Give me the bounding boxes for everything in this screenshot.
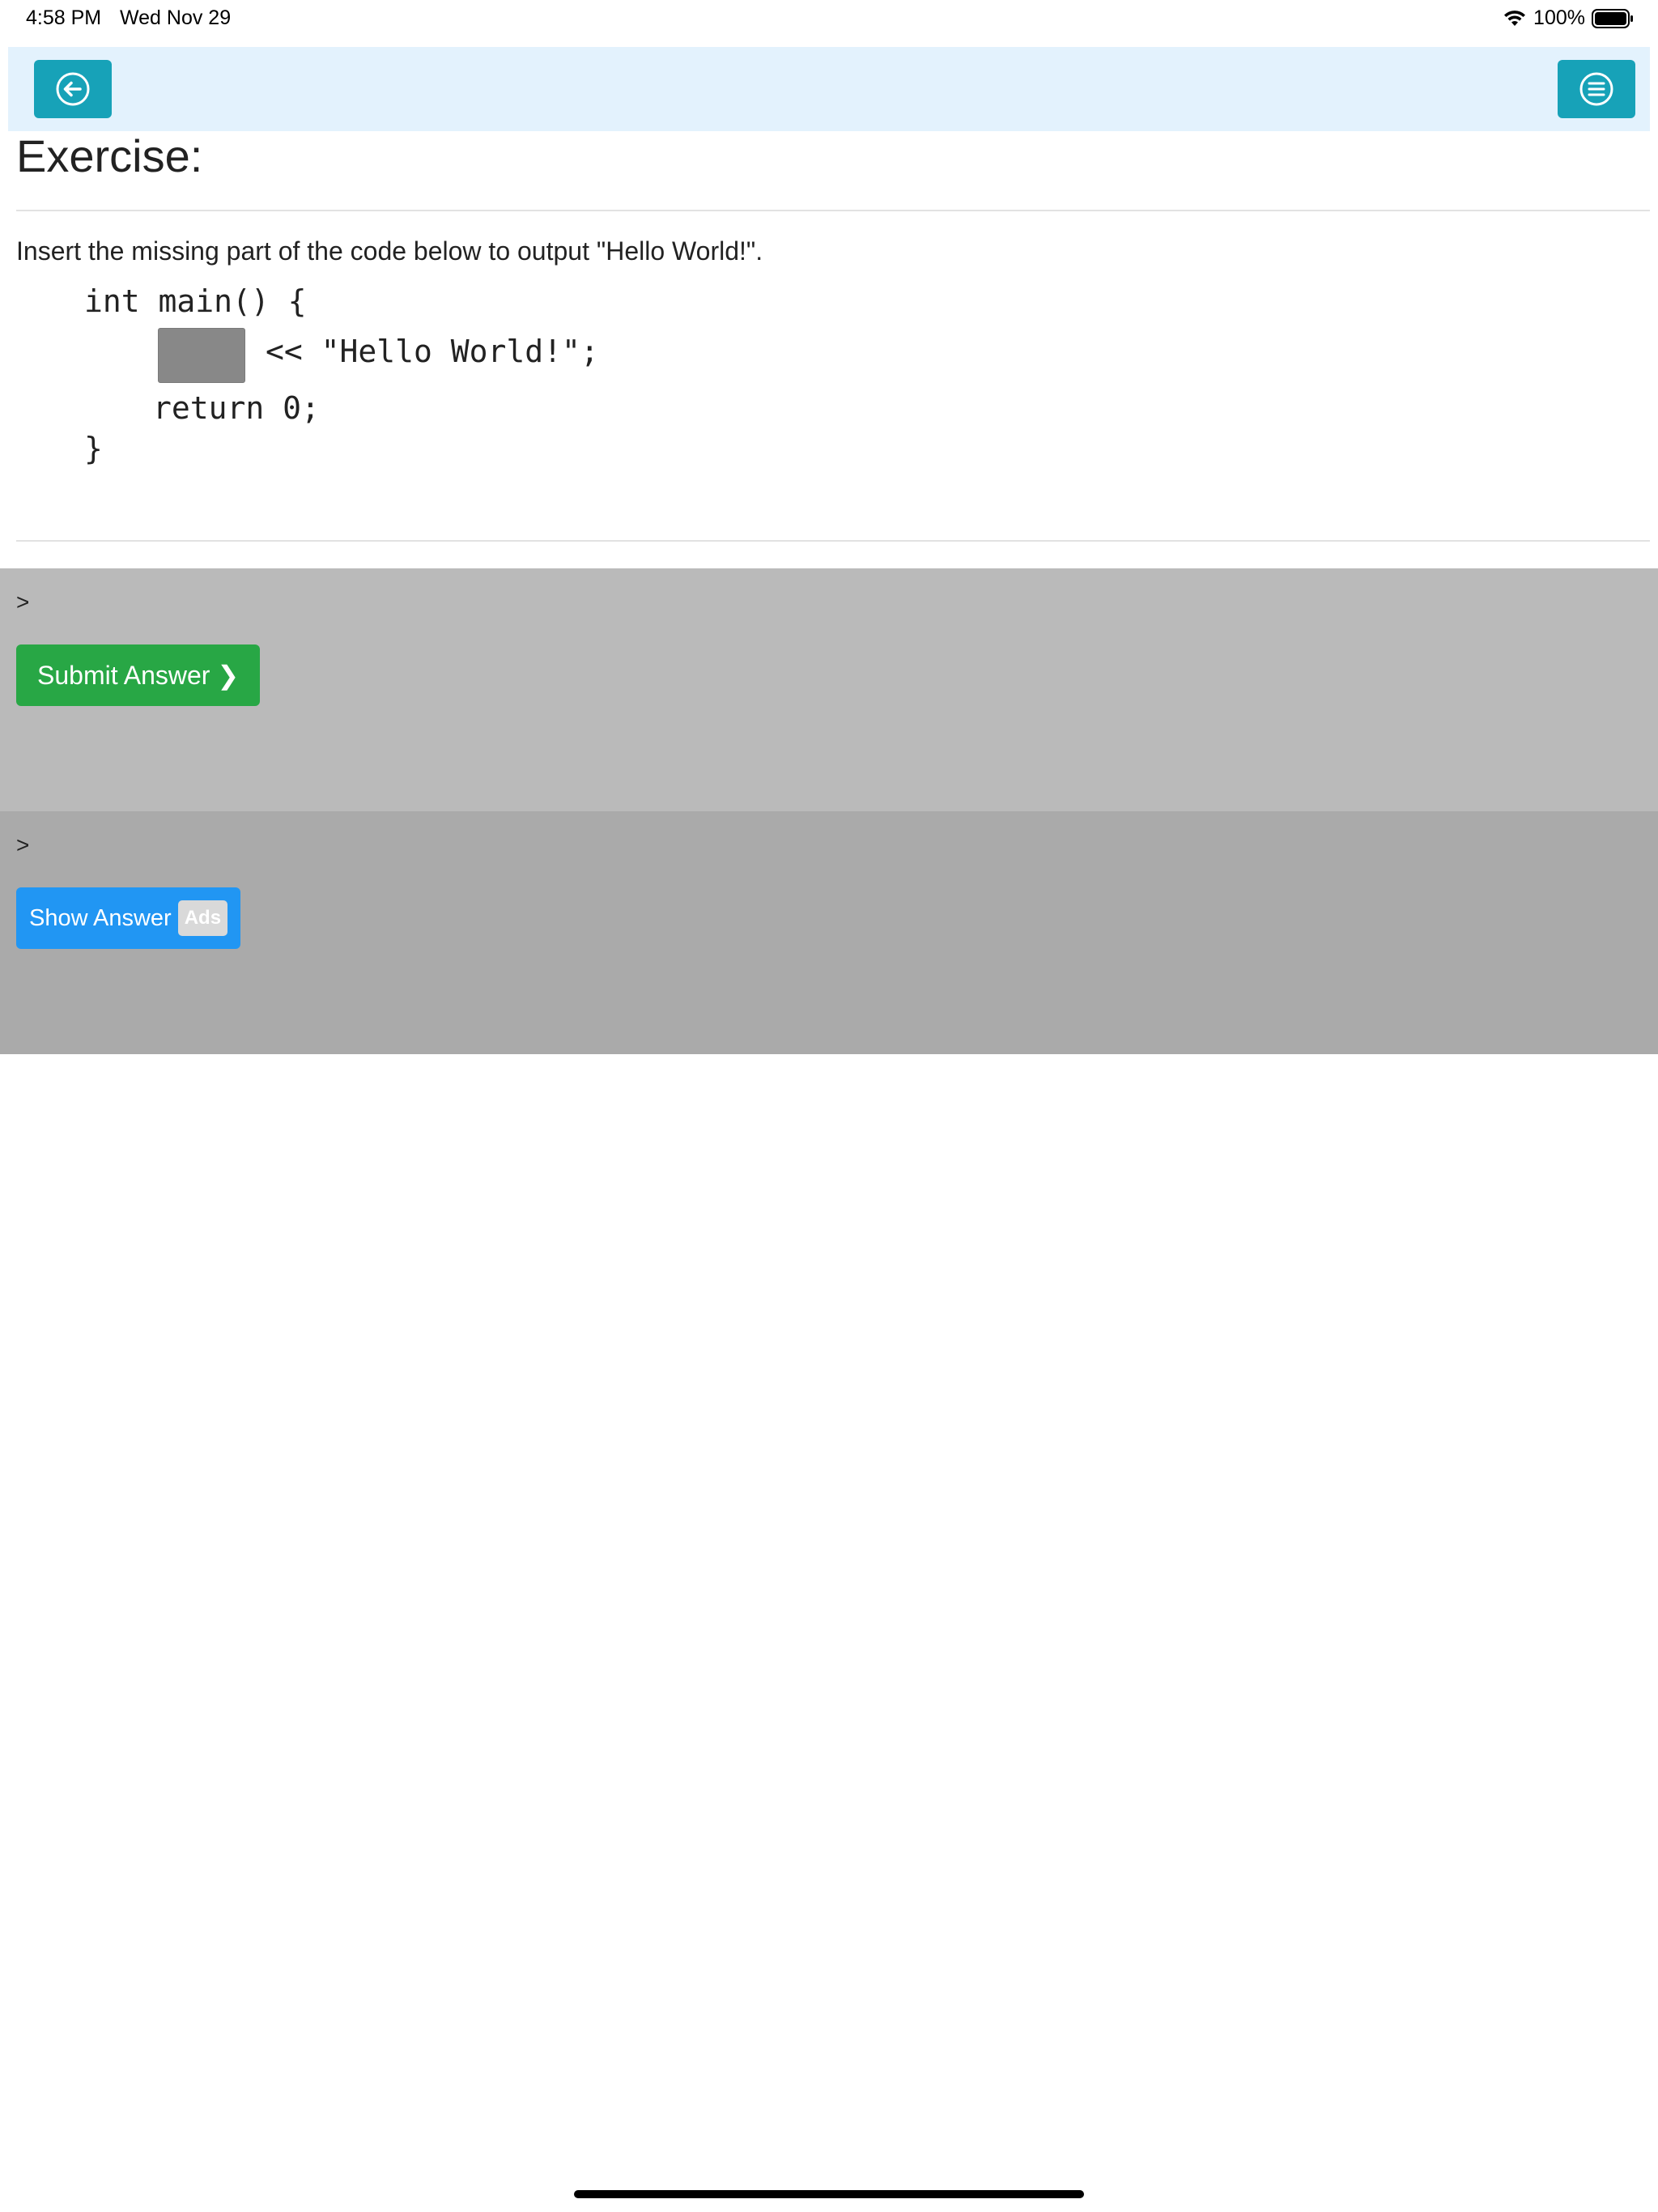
show-prompt: > — [16, 832, 30, 857]
submit-panel: > Submit Answer ❯ — [0, 568, 1658, 811]
divider-bottom — [16, 540, 1650, 542]
submit-answer-button[interactable]: Submit Answer ❯ — [16, 644, 261, 706]
status-indicators: 100% — [1503, 6, 1634, 30]
home-indicator[interactable] — [574, 2190, 1084, 2198]
back-arrow-circle-icon — [56, 72, 90, 106]
code-line-4: } — [84, 431, 103, 466]
status-bar: 4:58 PM Wed Nov 29 100% — [0, 0, 1658, 42]
screen: 4:58 PM Wed Nov 29 100% Exercise: Insert… — [0, 0, 1658, 2212]
code-answer-input[interactable] — [158, 328, 245, 383]
exercise-title: Exercise: — [16, 130, 203, 181]
exercise-instruction: Insert the missing part of the code belo… — [16, 236, 763, 266]
menu-button[interactable] — [1558, 60, 1635, 118]
show-answer-button[interactable]: Show Answer Ads — [16, 887, 241, 949]
top-nav-bar — [8, 47, 1650, 131]
submit-prompt: > — [16, 589, 30, 615]
status-time: 4:58 PM — [26, 6, 102, 29]
code-line-1: int main() { — [84, 283, 307, 319]
wifi-icon — [1504, 10, 1526, 26]
ads-badge: Ads — [177, 900, 228, 936]
battery-icon — [1592, 8, 1633, 28]
show-answer-label: Show Answer — [29, 904, 172, 931]
code-line-3: return 0; — [153, 390, 320, 426]
show-answer-panel: > Show Answer Ads — [0, 811, 1658, 1054]
menu-lines-circle-icon — [1579, 72, 1613, 106]
battery-percent: 100% — [1533, 6, 1585, 29]
divider-top — [16, 210, 1650, 211]
status-date: Wed Nov 29 — [120, 6, 232, 29]
code-line-2: << "Hello World!"; — [266, 334, 599, 369]
back-button[interactable] — [34, 60, 112, 118]
submit-answer-label: Submit Answer ❯ — [37, 661, 240, 690]
